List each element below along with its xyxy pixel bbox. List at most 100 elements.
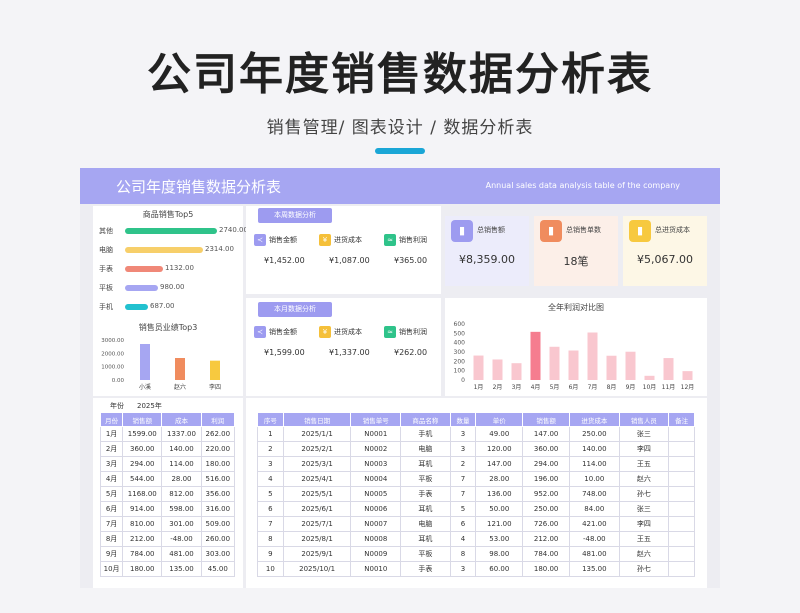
table-cell: 294.00 — [122, 456, 163, 472]
week-panel: 本周数据分析 ≺ 销售金额 ¥1,452.00 ¥ 进货成本 ¥1,087.00 ≈ 销售利润… — [246, 206, 441, 294]
table-cell: 2025/6/1 — [282, 501, 352, 517]
top5-row: 其他 2740.00 — [99, 226, 249, 236]
profit-ytick: 0 — [461, 377, 465, 384]
table-cell: 平板 — [400, 471, 451, 487]
table-cell: 260.00 — [200, 531, 236, 547]
table-cell — [668, 456, 695, 472]
metric-value: ¥365.00 — [394, 256, 428, 265]
banner-title: 公司年度销售数据分析表 — [116, 178, 282, 196]
top5-value: 2740.00 — [219, 226, 248, 234]
table-cell: 电脑 — [400, 441, 451, 457]
table-cell: 726.00 — [522, 516, 571, 532]
profit-ytick: 600 — [454, 321, 466, 328]
column-header: 销售日期 — [282, 412, 352, 427]
metric-label: 销售金额 — [269, 236, 297, 244]
table-cell: 8 — [257, 531, 284, 547]
table-cell: 212.00 — [522, 531, 571, 547]
table-row: 9月 784.00 481.00 303.00 — [99, 546, 236, 562]
column-header: 月份 — [99, 412, 124, 427]
column-header: 单价 — [475, 412, 524, 427]
column-header: 成本 — [161, 412, 202, 427]
column-header: 销售人员 — [618, 412, 670, 427]
table-cell: 114.00 — [569, 456, 620, 472]
table-cell: -48.00 — [161, 531, 202, 547]
top5-label: 电脑 — [99, 246, 113, 254]
share-icon: ≺ — [254, 326, 266, 338]
table-cell — [668, 531, 695, 547]
table-cell: N0006 — [350, 501, 402, 517]
profit-bar — [530, 331, 541, 380]
kpi-panel: ▮ 总销售额 ¥8,359.00 ▮ 总销售单数 18笔 ▮ 总进货成本 ¥5,067.00 — [445, 206, 707, 294]
table-cell: 9月 — [99, 546, 124, 562]
table-cell: 孙七 — [618, 486, 670, 502]
profit-icon: ≈ — [384, 234, 396, 246]
table-cell: 3 — [257, 456, 284, 472]
column-header: 进货成本 — [569, 412, 620, 427]
table-cell — [668, 546, 695, 562]
table-cell: 598.00 — [161, 501, 202, 517]
column-header: 销售额 — [522, 412, 571, 427]
table-cell: 2025/7/1 — [282, 516, 352, 532]
chart-icon: ▮ — [451, 220, 473, 242]
table-cell: 294.00 — [522, 456, 571, 472]
table-cell: 50.00 — [475, 501, 524, 517]
table-cell: 1 — [257, 426, 284, 442]
table-cell: N0008 — [350, 531, 402, 547]
profit-bar — [682, 371, 693, 380]
profit-ytick: 100 — [454, 368, 466, 375]
profit-xtick: 12月 — [681, 384, 695, 391]
table-cell: 2025/10/1 — [282, 561, 352, 577]
table-cell: 356.00 — [200, 486, 236, 502]
table-cell: 耳机 — [400, 501, 451, 517]
table-cell: 114.00 — [161, 456, 202, 472]
column-header: 序号 — [257, 412, 284, 427]
table-cell: N0009 — [350, 546, 402, 562]
table-cell: 180.00 — [522, 561, 571, 577]
table-cell: 360.00 — [122, 441, 163, 457]
table-cell — [668, 471, 695, 487]
table-cell: 301.00 — [161, 516, 202, 532]
metric-label: 进货成本 — [334, 328, 362, 336]
table-row: 8月 212.00 -48.00 260.00 — [99, 531, 236, 547]
table-cell: 121.00 — [475, 516, 524, 532]
profit-bar — [549, 346, 560, 380]
kpi-label: 总进货成本 — [655, 226, 690, 234]
orders-table: 序号 销售日期 销售单号 商品名称 数量 单价 销售额 进货成本 销售人员 备注 1 2025/1/1… — [257, 412, 695, 577]
table-cell: 1599.00 — [122, 426, 163, 442]
month-tag: 本月数据分析 — [258, 302, 332, 317]
table-cell: 220.00 — [200, 441, 236, 457]
table-cell: 10月 — [99, 561, 124, 577]
table-cell: 2025/4/1 — [282, 471, 352, 487]
year-value: 2025年 — [137, 402, 162, 410]
table-cell: 481.00 — [569, 546, 620, 562]
table-cell: N0005 — [350, 486, 402, 502]
metric-value: ¥1,452.00 — [264, 256, 305, 265]
kpi-card: ▮ 总销售单数 18笔 — [534, 216, 618, 286]
table-cell: 98.00 — [475, 546, 524, 562]
staff-ytick: 2000.00 — [101, 351, 124, 357]
table-cell: 28.00 — [161, 471, 202, 487]
top5-value: 2314.00 — [205, 245, 234, 253]
table-cell: 1337.00 — [161, 426, 202, 442]
profit-bar — [492, 359, 503, 380]
table-cell: 孙七 — [618, 561, 670, 577]
table-cell: 2025/3/1 — [282, 456, 352, 472]
top5-bar — [125, 304, 148, 310]
kpi-value: 18笔 — [563, 255, 589, 268]
kpi-label: 总销售额 — [477, 226, 505, 234]
table-cell: 6 — [449, 516, 477, 532]
table-cell: 赵六 — [618, 546, 670, 562]
staff-name: 小溪 — [139, 383, 151, 391]
table-cell: 136.00 — [475, 486, 524, 502]
profit-bar — [663, 358, 674, 380]
cost-icon: ¥ — [319, 234, 331, 246]
profit-icon: ≈ — [384, 326, 396, 338]
table-row: 4月 544.00 28.00 516.00 — [99, 471, 236, 487]
staff-bar — [175, 358, 185, 380]
table-cell: 8 — [449, 546, 477, 562]
table-cell: 3 — [449, 426, 477, 442]
table-cell: 810.00 — [122, 516, 163, 532]
staff-top3-title: 销售员业绩Top3 — [138, 323, 198, 332]
page-title: 公司年度销售数据分析表 — [147, 49, 653, 100]
table-cell: 952.00 — [522, 486, 571, 502]
